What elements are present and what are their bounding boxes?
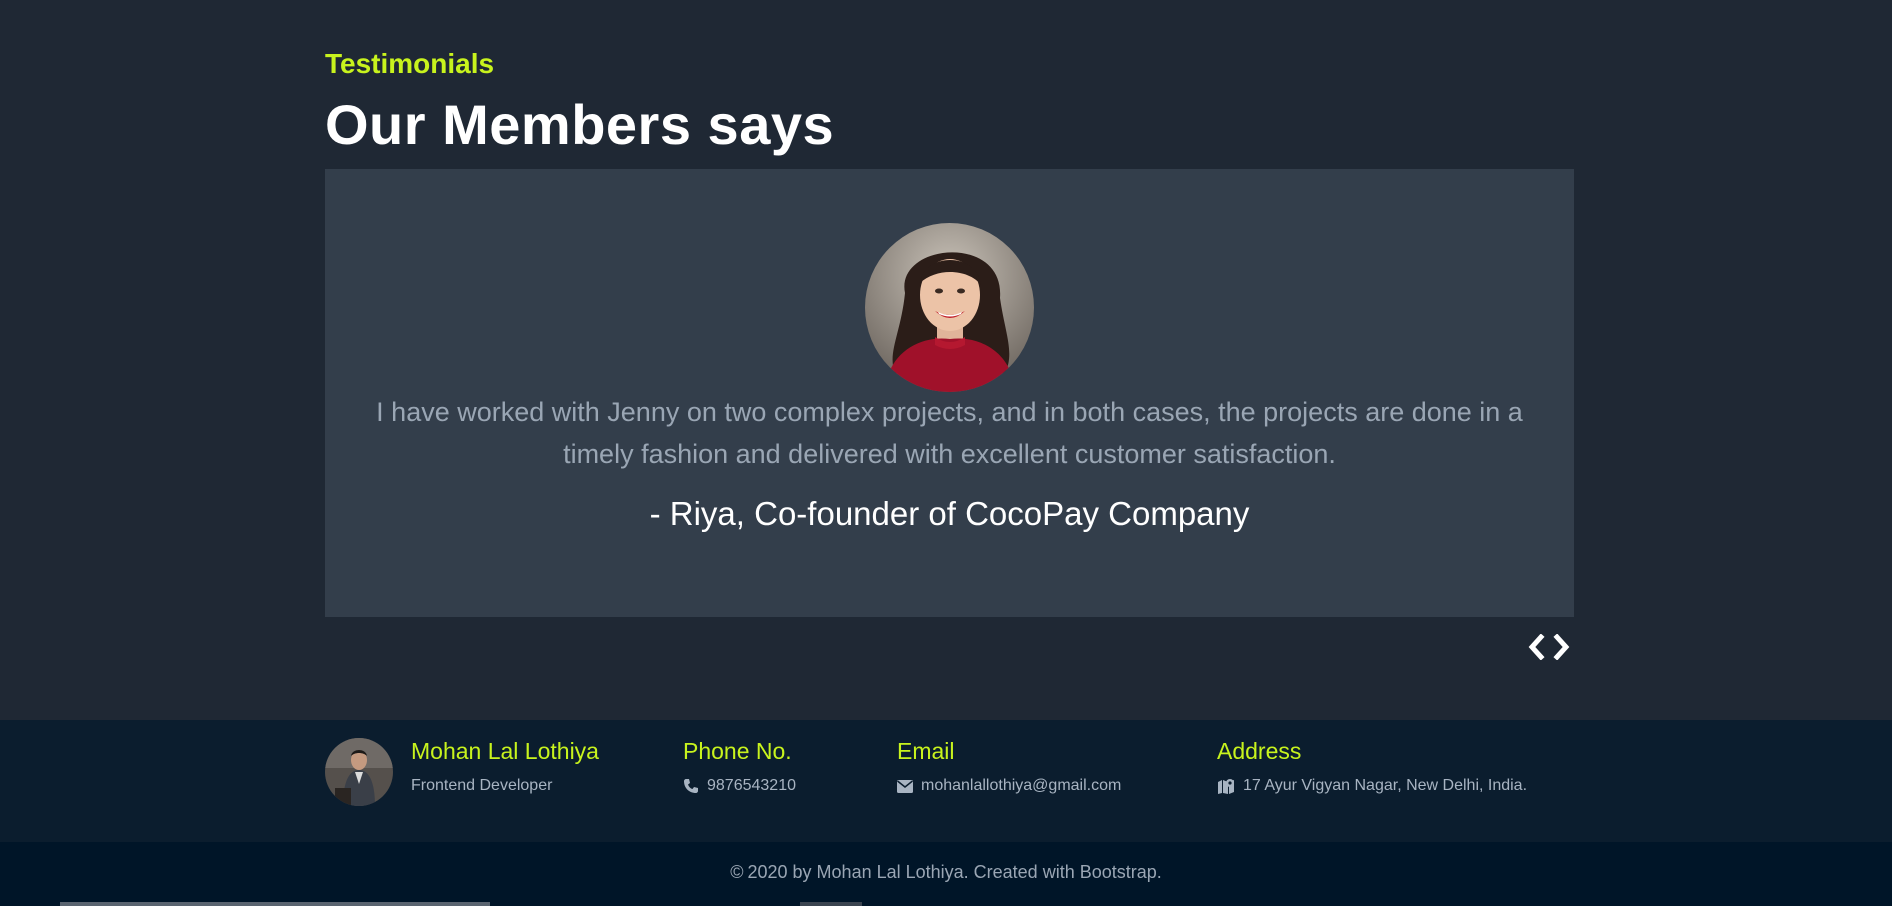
phone-icon [684,779,698,793]
horizontal-scrollbar-segment[interactable] [800,902,862,906]
email-address[interactable]: mohanlallothiya@gmail.com [921,777,1121,795]
envelope-icon [897,779,913,793]
chevron-right-icon [1553,634,1570,660]
horizontal-scrollbar-thumb[interactable] [60,902,490,906]
carousel-next-button[interactable] [1551,632,1573,662]
phone-info: 9876543210 [683,777,796,795]
address-text: 17 Ayur Vigyan Nagar, New Delhi, India. [1243,777,1528,794]
testimonial-author: - Riya, Co-founder of CocoPay Company [649,495,1250,532]
section-heading: Our Members says [325,93,835,156]
phone-title: Phone No. [683,738,792,764]
testimonial-card: I have worked with Jenny on two complex … [325,169,1574,617]
address-info: 17 Ayur Vigyan Nagar, New Delhi, India. [1217,777,1527,795]
chevron-left-icon [1528,634,1545,660]
map-icon [1218,779,1234,794]
profile-role: Frontend Developer [411,777,553,794]
address-title: Address [1217,738,1302,764]
testimonials-section: Testimonials Our Members says I have wor… [0,0,1892,720]
copyright-text: © 2020 by Mohan Lal Lothiya. Created wit… [0,862,1892,883]
carousel-prev-button[interactable] [1525,632,1547,662]
copyright-icon: © [730,862,744,882]
contact-footer: Mohan Lal Lothiya Frontend Developer Pho… [0,720,1892,842]
copyright-label: 2020 by Mohan Lal Lothiya. Created with … [747,862,1162,882]
profile-name: Mohan Lal Lothiya [411,738,599,764]
email-title: Email [897,738,955,764]
testimonial-avatar [865,223,1034,392]
section-kicker: Testimonials [325,48,495,79]
copyright-bar: © 2020 by Mohan Lal Lothiya. Created wit… [0,842,1892,906]
testimonial-quote: I have worked with Jenny on two complex … [376,397,1523,469]
email-info: mohanlallothiya@gmail.com [897,777,1121,795]
profile-avatar [325,738,393,806]
phone-number[interactable]: 9876543210 [707,777,796,795]
